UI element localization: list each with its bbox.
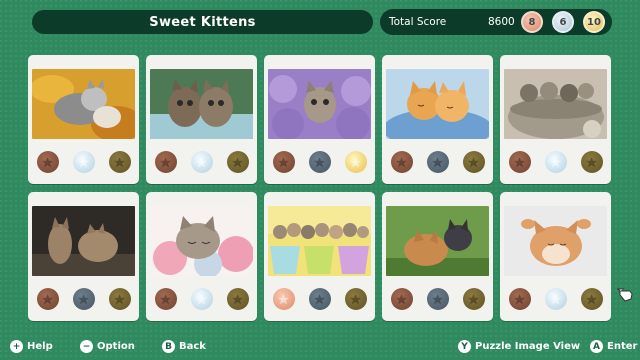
minus-icon: − bbox=[80, 340, 93, 353]
gold-star-icon bbox=[580, 151, 603, 173]
bronze-star-icon bbox=[36, 151, 59, 173]
gold-star-icon bbox=[344, 288, 367, 310]
puzzle-card[interactable] bbox=[28, 55, 139, 184]
score-bar: Total Score 8600 8 6 10 bbox=[380, 9, 612, 35]
silver-star-icon bbox=[544, 288, 567, 310]
silver-star-icon bbox=[190, 288, 213, 310]
silver-star-icon bbox=[308, 288, 331, 310]
kitten-photo bbox=[504, 69, 607, 139]
silver-star-icon bbox=[426, 151, 449, 173]
kitten-photo bbox=[268, 206, 371, 276]
hand-pointer-icon bbox=[617, 288, 633, 302]
gold-medal-count: 10 bbox=[583, 11, 605, 33]
puzzle-card[interactable] bbox=[264, 55, 375, 184]
kitten-photo bbox=[504, 206, 607, 276]
bronze-star-icon bbox=[272, 151, 295, 173]
b-button-icon: B bbox=[162, 340, 175, 353]
bronze-star-icon bbox=[508, 288, 531, 310]
option-button[interactable]: − Option bbox=[80, 340, 135, 353]
gold-star-icon bbox=[462, 151, 485, 173]
bronze-star-icon bbox=[272, 288, 295, 310]
bronze-star-icon bbox=[36, 288, 59, 310]
silver-medal-count: 6 bbox=[552, 11, 574, 33]
silver-star-icon bbox=[544, 151, 567, 173]
title-bar: Sweet Kittens bbox=[32, 10, 373, 34]
kitten-photo bbox=[32, 69, 135, 139]
y-button-icon: Y bbox=[458, 340, 471, 353]
gold-star-icon bbox=[226, 288, 249, 310]
kitten-photo bbox=[386, 69, 489, 139]
gold-star-icon bbox=[226, 151, 249, 173]
silver-star-icon bbox=[72, 151, 95, 173]
puzzle-card[interactable] bbox=[146, 192, 257, 321]
bronze-star-icon bbox=[154, 151, 177, 173]
gold-star-icon bbox=[108, 288, 131, 310]
help-button[interactable]: + Help bbox=[10, 340, 53, 353]
kitten-photo bbox=[32, 206, 135, 276]
bronze-star-icon bbox=[390, 288, 413, 310]
total-score-label: Total Score bbox=[389, 16, 447, 28]
gold-star-icon bbox=[344, 151, 367, 173]
puzzle-card[interactable] bbox=[28, 192, 139, 321]
enter-button[interactable]: A Enter bbox=[590, 340, 637, 353]
gold-star-icon bbox=[108, 151, 131, 173]
silver-star-icon bbox=[308, 151, 331, 173]
bronze-star-icon bbox=[508, 151, 531, 173]
kitten-photo bbox=[150, 69, 253, 139]
puzzle-image-view-button[interactable]: Y Puzzle Image View bbox=[458, 340, 580, 353]
gold-star-icon bbox=[462, 288, 485, 310]
silver-star-icon bbox=[72, 288, 95, 310]
puzzle-card[interactable] bbox=[500, 192, 611, 321]
kitten-photo bbox=[150, 206, 253, 276]
puzzle-card[interactable] bbox=[264, 192, 375, 321]
puzzle-card[interactable] bbox=[382, 192, 493, 321]
puzzle-card[interactable] bbox=[500, 55, 611, 184]
puzzle-card[interactable] bbox=[382, 55, 493, 184]
kitten-photo bbox=[268, 69, 371, 139]
a-button-icon: A bbox=[590, 340, 603, 353]
bronze-star-icon bbox=[154, 288, 177, 310]
plus-icon: + bbox=[10, 340, 23, 353]
page-title: Sweet Kittens bbox=[149, 14, 256, 30]
bronze-medal-count: 8 bbox=[521, 11, 543, 33]
gold-star-icon bbox=[580, 288, 603, 310]
puzzle-card[interactable] bbox=[146, 55, 257, 184]
bronze-star-icon bbox=[390, 151, 413, 173]
total-score-value: 8600 bbox=[488, 16, 515, 28]
button-guide: + Help − Option B Back Y Puzzle Image Vi… bbox=[0, 336, 640, 360]
back-button[interactable]: B Back bbox=[162, 340, 206, 353]
silver-star-icon bbox=[190, 151, 213, 173]
kitten-photo bbox=[386, 206, 489, 276]
silver-star-icon bbox=[426, 288, 449, 310]
